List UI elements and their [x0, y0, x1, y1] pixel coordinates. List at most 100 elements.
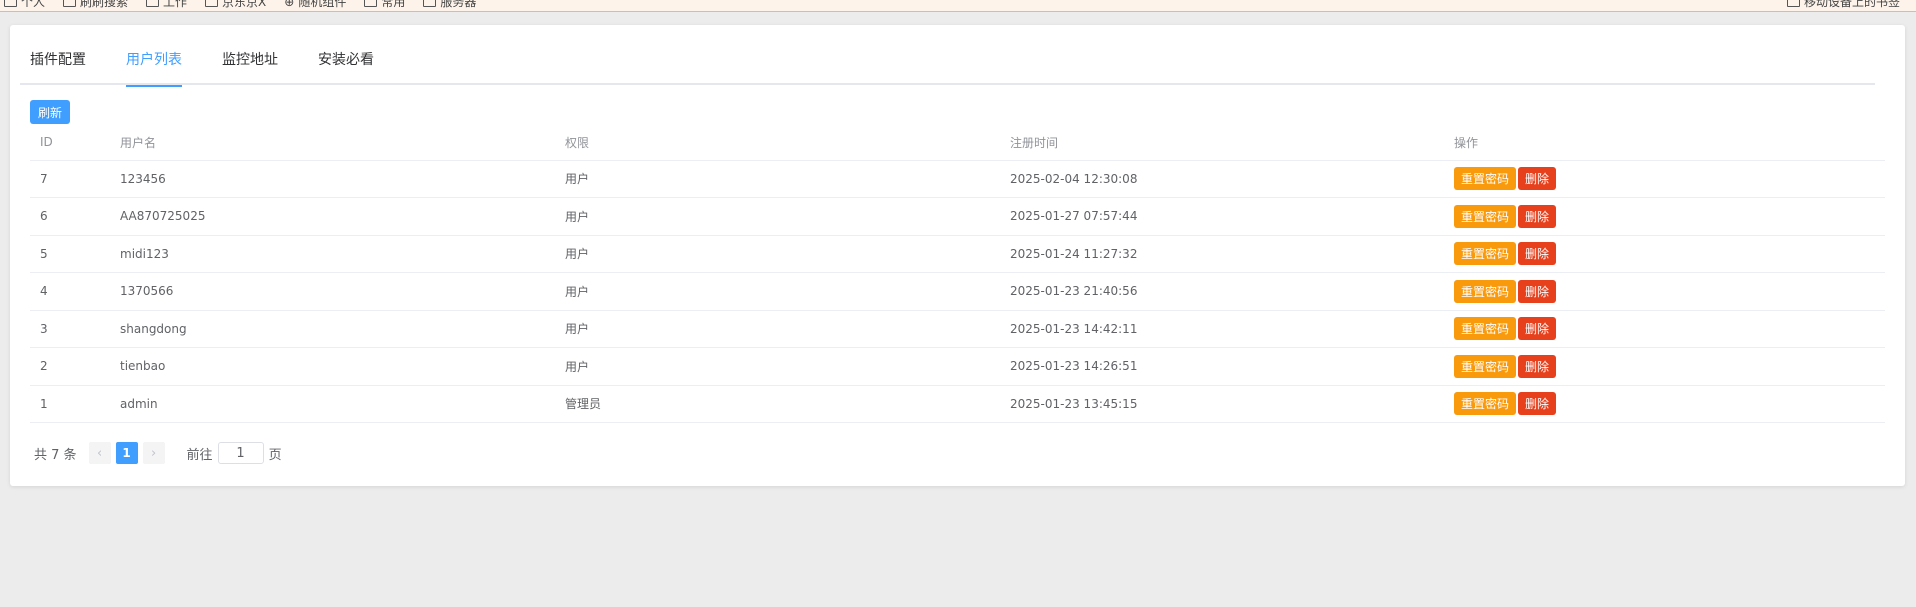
cell-role: 用户: [555, 272, 1000, 311]
cell-role: 用户: [555, 235, 1000, 273]
cell-registered: 2025-01-24 11:27:32: [1000, 235, 1444, 273]
table-row: 7 123456 用户 2025-02-04 12:30:08 重置密码 删除: [30, 160, 1885, 198]
chevron-right-icon[interactable]: ›: [142, 442, 165, 464]
tab-plugin-config[interactable]: 插件配置: [20, 32, 106, 85]
cell-role: 管理员: [555, 385, 1000, 423]
bookmark-item[interactable]: ⊕ 随机组件: [284, 0, 346, 10]
bookmarks-bar: 个人 刷刷搜索 工作 京东京X ⊕ 随机组件 常用 服务器 移动设备上的书签: [0, 0, 1916, 12]
bookmark-list: 个人 刷刷搜索 工作 京东京X ⊕ 随机组件 常用 服务器: [4, 0, 476, 10]
bookmark-item[interactable]: 工作: [146, 0, 187, 10]
header-username: 用户名: [110, 125, 555, 161]
reset-password-button[interactable]: 重置密码: [1454, 167, 1517, 191]
cell-username: shangdong: [110, 310, 555, 348]
bookmark-label: 刷刷搜索: [80, 0, 129, 9]
delete-button[interactable]: 删除: [1518, 204, 1557, 228]
bookmark-label: 工作: [163, 0, 188, 9]
reset-password-button[interactable]: 重置密码: [1454, 279, 1517, 303]
cell-username: AA870725025: [110, 197, 555, 236]
cell-actions: 重置密码 删除: [1444, 310, 1885, 348]
bookmark-item[interactable]: 刷刷搜索: [63, 0, 128, 10]
table-row: 6 AA870725025 用户 2025-01-27 07:57:44 重置密…: [30, 197, 1885, 236]
table-header-row: ID 用户名 权限 注册时间 操作: [30, 125, 1885, 161]
delete-button[interactable]: 删除: [1518, 317, 1557, 341]
delete-button[interactable]: 删除: [1518, 354, 1557, 378]
header-actions: 操作: [1444, 125, 1885, 161]
cell-registered: 2025-01-23 21:40:56: [1000, 272, 1444, 311]
pagination-total: 共 7 条: [34, 447, 77, 463]
bookmark-item[interactable]: 常用: [364, 0, 405, 10]
table-row: 5 midi123 用户 2025-01-24 11:27:32 重置密码 删除: [30, 235, 1885, 273]
cell-role: 用户: [555, 160, 1000, 198]
page-number-current[interactable]: 1: [115, 442, 138, 464]
bookmark-label: 随机组件: [298, 0, 347, 9]
cell-role: 用户: [555, 347, 1000, 386]
reset-password-button[interactable]: 重置密码: [1454, 317, 1517, 341]
bookmark-item[interactable]: 服务器: [423, 0, 476, 10]
delete-button[interactable]: 删除: [1518, 392, 1557, 416]
bookmark-label: 个人: [21, 0, 46, 9]
user-table: ID 用户名 权限 注册时间 操作 7 123456 用户 2025-02-04…: [30, 125, 1885, 423]
cell-username: tienbao: [110, 347, 555, 386]
cell-actions: 重置密码 删除: [1444, 347, 1885, 386]
cell-id: 3: [30, 310, 110, 348]
goto-suffix: 页: [268, 447, 282, 463]
globe-icon: ⊕: [284, 0, 295, 9]
cell-registered: 2025-01-23 14:42:11: [1000, 310, 1444, 348]
folder-icon: [1786, 0, 1800, 7]
tab-user-list[interactable]: 用户列表: [106, 32, 202, 87]
cell-id: 5: [30, 235, 110, 273]
folder-icon: [4, 0, 17, 7]
chevron-left-icon[interactable]: ‹: [88, 442, 111, 464]
delete-button[interactable]: 删除: [1518, 242, 1557, 266]
cell-username: midi123: [110, 235, 555, 273]
cell-actions: 重置密码 删除: [1444, 197, 1885, 236]
reset-password-button[interactable]: 重置密码: [1454, 354, 1517, 378]
folder-icon: [205, 0, 219, 7]
folder-icon: [63, 0, 77, 7]
refresh-button[interactable]: 刷新: [30, 100, 70, 124]
cell-username: admin: [110, 385, 555, 423]
delete-button[interactable]: 删除: [1518, 279, 1557, 303]
mobile-bookmarks[interactable]: 移动设备上的书签: [1786, 0, 1900, 10]
pagination: 共 7 条 ‹ 1 › 前往 页: [34, 442, 282, 464]
cell-role: 用户: [555, 197, 1000, 236]
cell-actions: 重置密码 删除: [1444, 272, 1885, 311]
tab-install-guide[interactable]: 安装必看: [298, 32, 394, 85]
pagination-goto: 前往 页: [187, 442, 282, 464]
cell-username: 1370566: [110, 272, 555, 311]
cell-id: 4: [30, 272, 110, 311]
folder-icon: [146, 0, 160, 7]
table-row: 2 tienbao 用户 2025-01-23 14:26:51 重置密码 删除: [30, 347, 1885, 386]
bookmark-label: 常用: [381, 0, 406, 9]
goto-prefix: 前往: [186, 447, 213, 463]
bookmark-label: 京东京X: [222, 0, 267, 9]
table-row: 4 1370566 用户 2025-01-23 21:40:56 重置密码 删除: [30, 272, 1885, 311]
cell-registered: 2025-01-27 07:57:44: [1000, 197, 1444, 236]
reset-password-button[interactable]: 重置密码: [1454, 204, 1517, 228]
goto-page-input[interactable]: [217, 442, 264, 464]
delete-button[interactable]: 删除: [1518, 167, 1557, 191]
header-role: 权限: [555, 125, 1000, 161]
bookmark-item[interactable]: 个人: [4, 0, 45, 10]
cell-id: 1: [30, 385, 110, 423]
cell-actions: 重置密码 删除: [1444, 160, 1885, 198]
bookmark-item[interactable]: 京东京X: [205, 0, 266, 10]
cell-registered: 2025-02-04 12:30:08: [1000, 160, 1444, 198]
cell-registered: 2025-01-23 13:45:15: [1000, 385, 1444, 423]
table-row: 1 admin 管理员 2025-01-23 13:45:15 重置密码 删除: [30, 385, 1885, 423]
cell-id: 6: [30, 197, 110, 236]
tab-bar: 插件配置 用户列表 监控地址 安装必看: [20, 32, 1875, 87]
header-registered: 注册时间: [1000, 125, 1444, 161]
cell-registered: 2025-01-23 14:26:51: [1000, 347, 1444, 386]
tab-monitor-address[interactable]: 监控地址: [202, 32, 298, 85]
folder-icon: [423, 0, 437, 7]
reset-password-button[interactable]: 重置密码: [1454, 392, 1517, 416]
cell-username: 123456: [110, 160, 555, 198]
folder-icon: [364, 0, 378, 7]
cell-actions: 重置密码 删除: [1444, 385, 1885, 423]
cell-actions: 重置密码 删除: [1444, 235, 1885, 273]
cell-id: 2: [30, 347, 110, 386]
mobile-bookmarks-label: 移动设备上的书签: [1803, 0, 1900, 9]
reset-password-button[interactable]: 重置密码: [1454, 242, 1517, 266]
cell-role: 用户: [555, 310, 1000, 348]
